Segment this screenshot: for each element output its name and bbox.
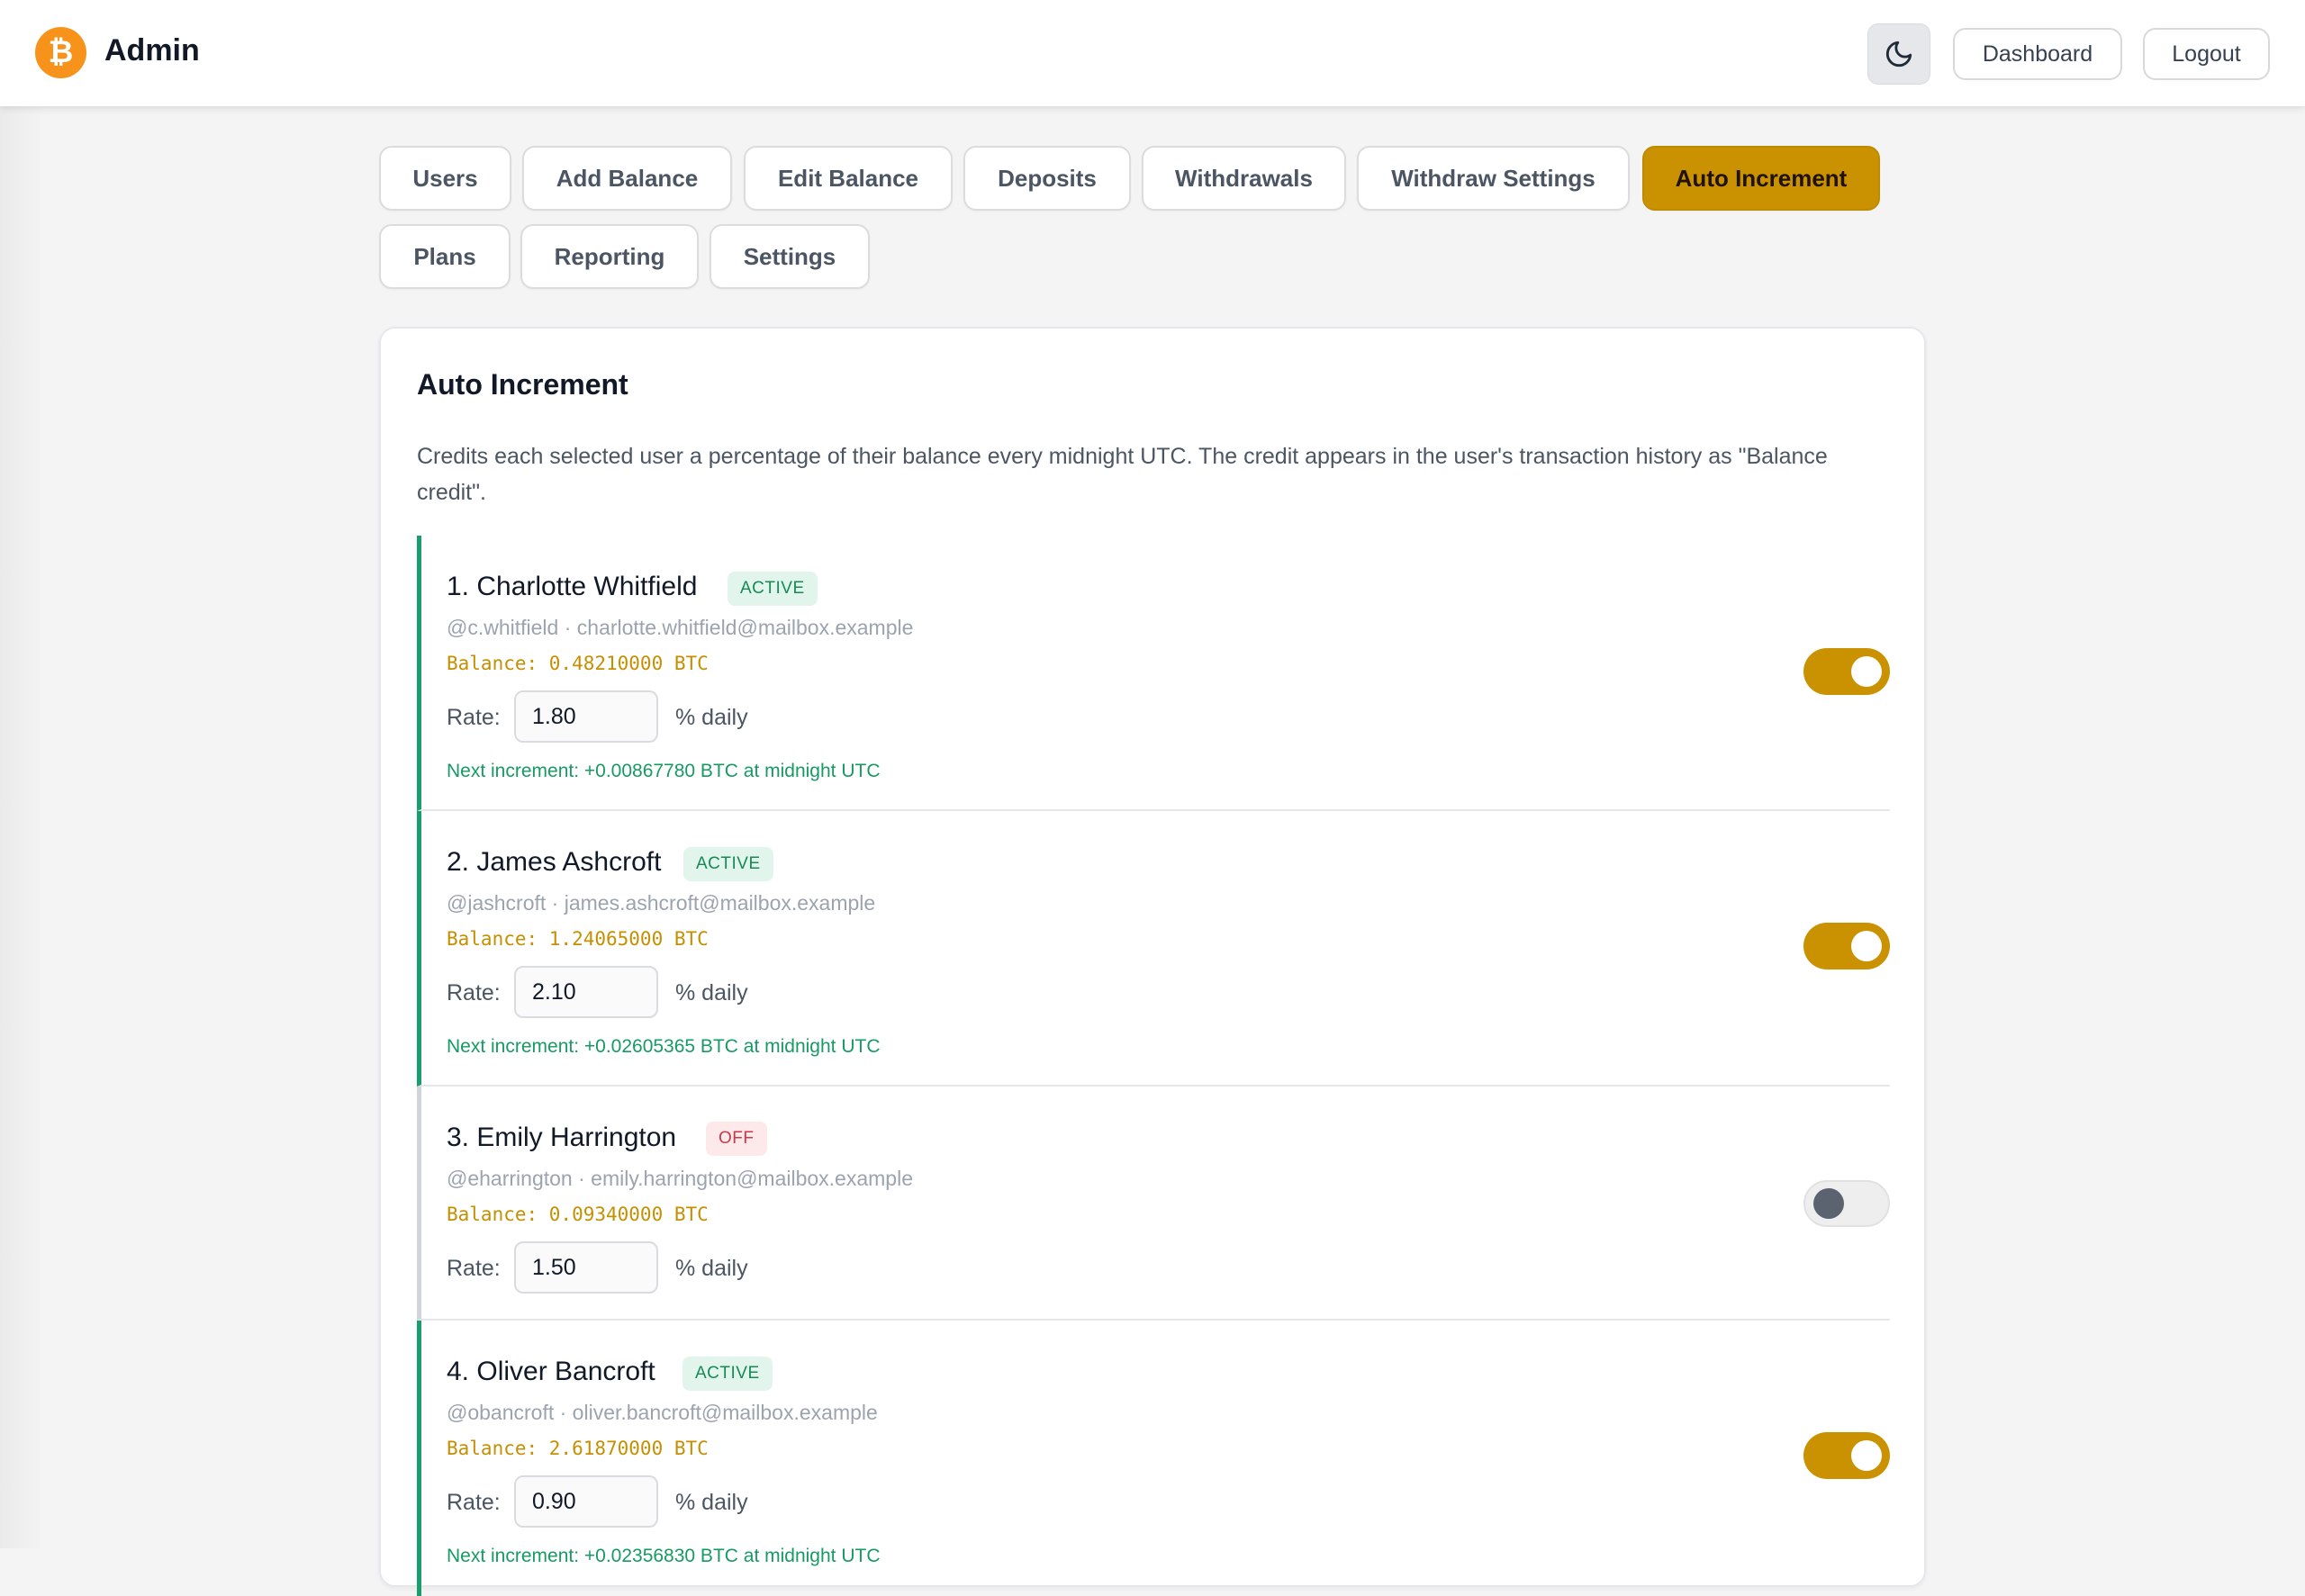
auto-increment-toggle[interactable] [1803, 1180, 1890, 1227]
tab-plans[interactable]: Plans [379, 224, 511, 289]
auto-increment-toggle[interactable] [1803, 1432, 1890, 1479]
status-badge: ACTIVE [683, 847, 773, 881]
auto-increment-toggle[interactable] [1803, 648, 1890, 695]
rate-input[interactable] [514, 1241, 658, 1294]
toggle-knob [1851, 656, 1882, 687]
auto-increment-panel: Auto Increment Credits each selected use… [379, 327, 1926, 1596]
user-balance: Balance: 2.61870000 BTC [447, 1438, 709, 1459]
tab-withdraw-settings[interactable]: Withdraw Settings [1357, 146, 1630, 211]
user-name: 4. Oliver Bancroft [447, 1357, 655, 1386]
rate-input[interactable] [514, 966, 658, 1018]
rate-label: Rate: [447, 980, 501, 1005]
user-row: 3. Emily Harrington OFF @eharrington · e… [417, 1087, 1890, 1321]
toggle-knob [1851, 931, 1882, 961]
user-row: 2. James Ashcroft ACTIVE @jashcroft · ja… [417, 811, 1890, 1087]
logout-button[interactable]: Logout [2143, 28, 2270, 80]
bitcoin-icon: ₿ [35, 27, 86, 78]
status-badge: OFF [706, 1122, 767, 1156]
dashboard-button[interactable]: Dashboard [1953, 28, 2122, 80]
user-balance: Balance: 0.09340000 BTC [447, 1204, 709, 1225]
panel-description: Credits each selected user a percentage … [417, 444, 1828, 505]
user-name: 3. Emily Harrington [447, 1123, 677, 1152]
tab-deposits[interactable]: Deposits [963, 146, 1131, 211]
status-badge: ACTIVE [728, 572, 818, 606]
rate-label: Rate: [447, 705, 501, 730]
moon-icon [1885, 41, 1912, 68]
rate-unit: % daily [675, 1256, 748, 1281]
user-meta: @jashcroft · james.ashcroft@mailbox.exam… [447, 891, 876, 915]
rate-unit: % daily [675, 705, 748, 730]
top-bar: ₿ Admin Dashboard Logout [0, 0, 2305, 106]
user-row: 1. Charlotte Whitfield ACTIVE @c.whitfie… [417, 536, 1890, 811]
user-meta: @obancroft · oliver.bancroft@mailbox.exa… [447, 1401, 878, 1424]
rate-label: Rate: [447, 1256, 501, 1281]
tab-users[interactable]: Users [379, 146, 511, 211]
tab-edit-balance[interactable]: Edit Balance [744, 146, 953, 211]
rate-unit: % daily [675, 980, 748, 1005]
tab-withdrawals[interactable]: Withdrawals [1142, 146, 1346, 211]
user-name: 1. Charlotte Whitfield [447, 572, 698, 601]
next-increment: Next increment: +0.02605365 BTC at midni… [447, 1036, 881, 1057]
rate-input[interactable] [514, 1475, 658, 1528]
status-badge: ACTIVE [682, 1357, 773, 1391]
user-name: 2. James Ashcroft [447, 847, 662, 877]
theme-toggle-button[interactable] [1867, 23, 1930, 85]
rate-label: Rate: [447, 1490, 501, 1515]
auto-increment-toggle[interactable] [1803, 923, 1890, 969]
toggle-knob [1851, 1440, 1882, 1471]
tab-auto-increment[interactable]: Auto Increment [1642, 146, 1880, 211]
toggle-knob [1813, 1188, 1844, 1219]
user-row: 4. Oliver Bancroft ACTIVE @obancroft · o… [417, 1321, 1890, 1596]
rate-unit: % daily [675, 1490, 748, 1515]
app-title: Admin [104, 33, 200, 68]
user-balance: Balance: 1.24065000 BTC [447, 928, 709, 950]
rate-input[interactable] [514, 690, 658, 743]
page-edge [0, 106, 45, 1548]
user-balance: Balance: 0.48210000 BTC [447, 653, 709, 674]
next-increment: Next increment: +0.02356830 BTC at midni… [447, 1546, 881, 1566]
tab-add-balance[interactable]: Add Balance [522, 146, 732, 211]
user-meta: @eharrington · emily.harrington@mailbox.… [447, 1167, 913, 1190]
next-increment: Next increment: +0.00867780 BTC at midni… [447, 761, 881, 781]
tab-settings[interactable]: Settings [710, 224, 870, 289]
user-meta: @c.whitfield · charlotte.whitfield@mailb… [447, 616, 914, 639]
tab-reporting[interactable]: Reporting [520, 224, 699, 289]
panel-title: Auto Increment [417, 368, 628, 401]
